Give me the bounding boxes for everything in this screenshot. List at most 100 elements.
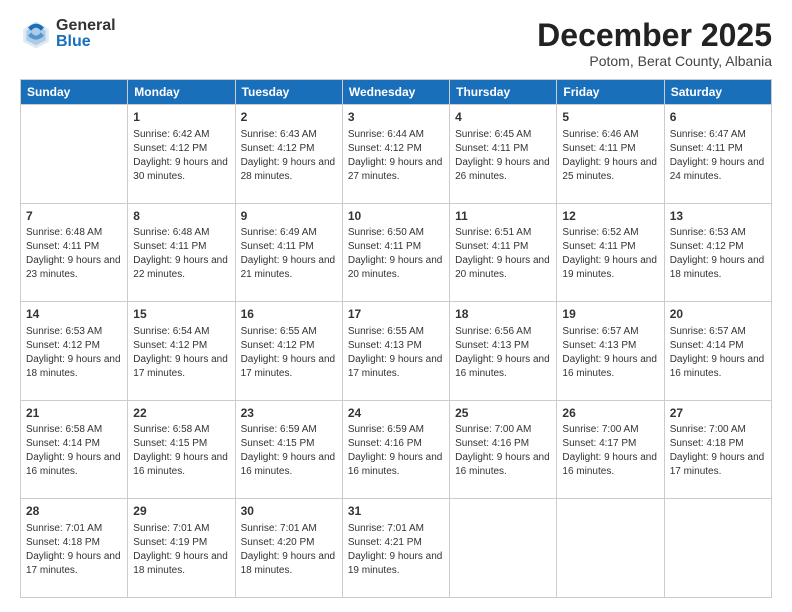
- cell-text: Sunrise: 7:01 AMSunset: 4:21 PMDaylight:…: [348, 522, 444, 578]
- calendar-header-wednesday: Wednesday: [342, 80, 449, 105]
- cell-text: Sunrise: 6:59 AMSunset: 4:16 PMDaylight:…: [348, 423, 444, 479]
- cell-text: Sunrise: 6:51 AMSunset: 4:11 PMDaylight:…: [455, 226, 551, 282]
- cell-text: Sunrise: 6:55 AMSunset: 4:13 PMDaylight:…: [348, 325, 444, 381]
- calendar-cell: 16Sunrise: 6:55 AMSunset: 4:12 PMDayligh…: [235, 302, 342, 401]
- calendar-header-monday: Monday: [128, 80, 235, 105]
- day-number: 4: [455, 109, 551, 126]
- logo-icon: [20, 18, 52, 50]
- cell-text: Sunrise: 6:58 AMSunset: 4:14 PMDaylight:…: [26, 423, 122, 479]
- calendar-cell: [664, 499, 771, 598]
- day-number: 7: [26, 208, 122, 225]
- calendar-cell: 2 Sunrise: 6:43 AMSunset: 4:12 PMDaylight…: [235, 105, 342, 204]
- calendar-cell: 6 Sunrise: 6:47 AMSunset: 4:11 PMDaylight…: [664, 105, 771, 204]
- day-number: 3: [348, 109, 444, 126]
- calendar-cell: 8Sunrise: 6:48 AMSunset: 4:11 PMDaylight…: [128, 203, 235, 302]
- cell-text: Sunrise: 6:57 AMSunset: 4:13 PMDaylight:…: [562, 325, 658, 381]
- cell-text: Sunrise: 7:00 AMSunset: 4:17 PMDaylight:…: [562, 423, 658, 479]
- cell-text: Sunrise: 6:47 AMSunset: 4:11 PMDaylight:…: [670, 128, 766, 184]
- calendar-cell: 12Sunrise: 6:52 AMSunset: 4:11 PMDayligh…: [557, 203, 664, 302]
- cell-text: Sunrise: 6:57 AMSunset: 4:14 PMDaylight:…: [670, 325, 766, 381]
- day-number: 9: [241, 208, 337, 225]
- calendar-cell: 26Sunrise: 7:00 AMSunset: 4:17 PMDayligh…: [557, 400, 664, 499]
- day-number: 1: [133, 109, 229, 126]
- logo-label: General Blue: [56, 18, 116, 50]
- calendar-week-3: 21Sunrise: 6:58 AMSunset: 4:14 PMDayligh…: [21, 400, 772, 499]
- day-number: 26: [562, 405, 658, 422]
- calendar-cell: 21Sunrise: 6:58 AMSunset: 4:14 PMDayligh…: [21, 400, 128, 499]
- calendar-cell: 9Sunrise: 6:49 AMSunset: 4:11 PMDaylight…: [235, 203, 342, 302]
- day-number: 17: [348, 306, 444, 323]
- cell-text: Sunrise: 6:50 AMSunset: 4:11 PMDaylight:…: [348, 226, 444, 282]
- calendar-cell: 1 Sunrise: 6:42 AMSunset: 4:12 PMDaylight…: [128, 105, 235, 204]
- cell-text: Sunrise: 6:58 AMSunset: 4:15 PMDaylight:…: [133, 423, 229, 479]
- calendar-header-saturday: Saturday: [664, 80, 771, 105]
- logo: General Blue: [20, 18, 116, 50]
- day-number: 2: [241, 109, 337, 126]
- cell-text: Sunrise: 6:43 AMSunset: 4:12 PMDaylight:…: [241, 128, 337, 184]
- calendar-cell: 22Sunrise: 6:58 AMSunset: 4:15 PMDayligh…: [128, 400, 235, 499]
- calendar-cell: [557, 499, 664, 598]
- day-number: 6: [670, 109, 766, 126]
- calendar-cell: 13Sunrise: 6:53 AMSunset: 4:12 PMDayligh…: [664, 203, 771, 302]
- logo-general-text: General: [56, 18, 116, 34]
- calendar-cell: 24Sunrise: 6:59 AMSunset: 4:16 PMDayligh…: [342, 400, 449, 499]
- calendar-header-row: SundayMondayTuesdayWednesdayThursdayFrid…: [21, 80, 772, 105]
- cell-text: Sunrise: 6:45 AMSunset: 4:11 PMDaylight:…: [455, 128, 551, 184]
- calendar-cell: 11Sunrise: 6:51 AMSunset: 4:11 PMDayligh…: [450, 203, 557, 302]
- cell-text: Sunrise: 6:53 AMSunset: 4:12 PMDaylight:…: [26, 325, 122, 381]
- cell-text: Sunrise: 6:42 AMSunset: 4:12 PMDaylight:…: [133, 128, 229, 184]
- calendar-cell: 19 Sunrise: 6:57 AMSunset: 4:13 PMDayligh…: [557, 302, 664, 401]
- cell-text: Sunrise: 6:55 AMSunset: 4:12 PMDaylight:…: [241, 325, 337, 381]
- cell-text: Sunrise: 7:00 AMSunset: 4:16 PMDaylight:…: [455, 423, 551, 479]
- calendar-header-tuesday: Tuesday: [235, 80, 342, 105]
- calendar-cell: 18Sunrise: 6:56 AMSunset: 4:13 PMDayligh…: [450, 302, 557, 401]
- calendar-cell: 3 Sunrise: 6:44 AMSunset: 4:12 PMDaylight…: [342, 105, 449, 204]
- day-number: 5: [562, 109, 658, 126]
- calendar-cell: 10Sunrise: 6:50 AMSunset: 4:11 PMDayligh…: [342, 203, 449, 302]
- day-number: 14: [26, 306, 122, 323]
- calendar-header-thursday: Thursday: [450, 80, 557, 105]
- header: General Blue December 2025 Potom, Berat …: [20, 18, 772, 69]
- calendar-cell: 23Sunrise: 6:59 AMSunset: 4:15 PMDayligh…: [235, 400, 342, 499]
- day-number: 31: [348, 503, 444, 520]
- calendar-week-2: 14 Sunrise: 6:53 AMSunset: 4:12 PMDayligh…: [21, 302, 772, 401]
- cell-text: Sunrise: 6:53 AMSunset: 4:12 PMDaylight:…: [670, 226, 766, 282]
- calendar-cell: 30Sunrise: 7:01 AMSunset: 4:20 PMDayligh…: [235, 499, 342, 598]
- day-number: 22: [133, 405, 229, 422]
- calendar-week-0: 1 Sunrise: 6:42 AMSunset: 4:12 PMDaylight…: [21, 105, 772, 204]
- calendar-cell: 7Sunrise: 6:48 AMSunset: 4:11 PMDaylight…: [21, 203, 128, 302]
- day-number: 21: [26, 405, 122, 422]
- day-number: 13: [670, 208, 766, 225]
- day-number: 12: [562, 208, 658, 225]
- day-number: 19: [562, 306, 658, 323]
- cell-text: Sunrise: 7:00 AMSunset: 4:18 PMDaylight:…: [670, 423, 766, 479]
- cell-text: Sunrise: 6:44 AMSunset: 4:12 PMDaylight:…: [348, 128, 444, 184]
- cell-text: Sunrise: 7:01 AMSunset: 4:20 PMDaylight:…: [241, 522, 337, 578]
- calendar: SundayMondayTuesdayWednesdayThursdayFrid…: [20, 79, 772, 598]
- day-number: 28: [26, 503, 122, 520]
- month-title: December 2025: [537, 18, 772, 53]
- day-number: 23: [241, 405, 337, 422]
- cell-text: Sunrise: 7:01 AMSunset: 4:19 PMDaylight:…: [133, 522, 229, 578]
- day-number: 29: [133, 503, 229, 520]
- calendar-cell: 29 Sunrise: 7:01 AMSunset: 4:19 PMDayligh…: [128, 499, 235, 598]
- calendar-cell: 25Sunrise: 7:00 AMSunset: 4:16 PMDayligh…: [450, 400, 557, 499]
- day-number: 24: [348, 405, 444, 422]
- calendar-header-sunday: Sunday: [21, 80, 128, 105]
- page: General Blue December 2025 Potom, Berat …: [0, 0, 792, 612]
- calendar-week-4: 28Sunrise: 7:01 AMSunset: 4:18 PMDayligh…: [21, 499, 772, 598]
- day-number: 8: [133, 208, 229, 225]
- day-number: 20: [670, 306, 766, 323]
- calendar-cell: 17 Sunrise: 6:55 AMSunset: 4:13 PMDayligh…: [342, 302, 449, 401]
- title-area: December 2025 Potom, Berat County, Alban…: [537, 18, 772, 69]
- day-number: 10: [348, 208, 444, 225]
- day-number: 11: [455, 208, 551, 225]
- calendar-cell: 15Sunrise: 6:54 AMSunset: 4:12 PMDayligh…: [128, 302, 235, 401]
- day-number: 15: [133, 306, 229, 323]
- logo-blue-text: Blue: [56, 34, 116, 50]
- cell-text: Sunrise: 6:48 AMSunset: 4:11 PMDaylight:…: [26, 226, 122, 282]
- calendar-header-friday: Friday: [557, 80, 664, 105]
- calendar-cell: [450, 499, 557, 598]
- calendar-cell: 28Sunrise: 7:01 AMSunset: 4:18 PMDayligh…: [21, 499, 128, 598]
- cell-text: Sunrise: 6:52 AMSunset: 4:11 PMDaylight:…: [562, 226, 658, 282]
